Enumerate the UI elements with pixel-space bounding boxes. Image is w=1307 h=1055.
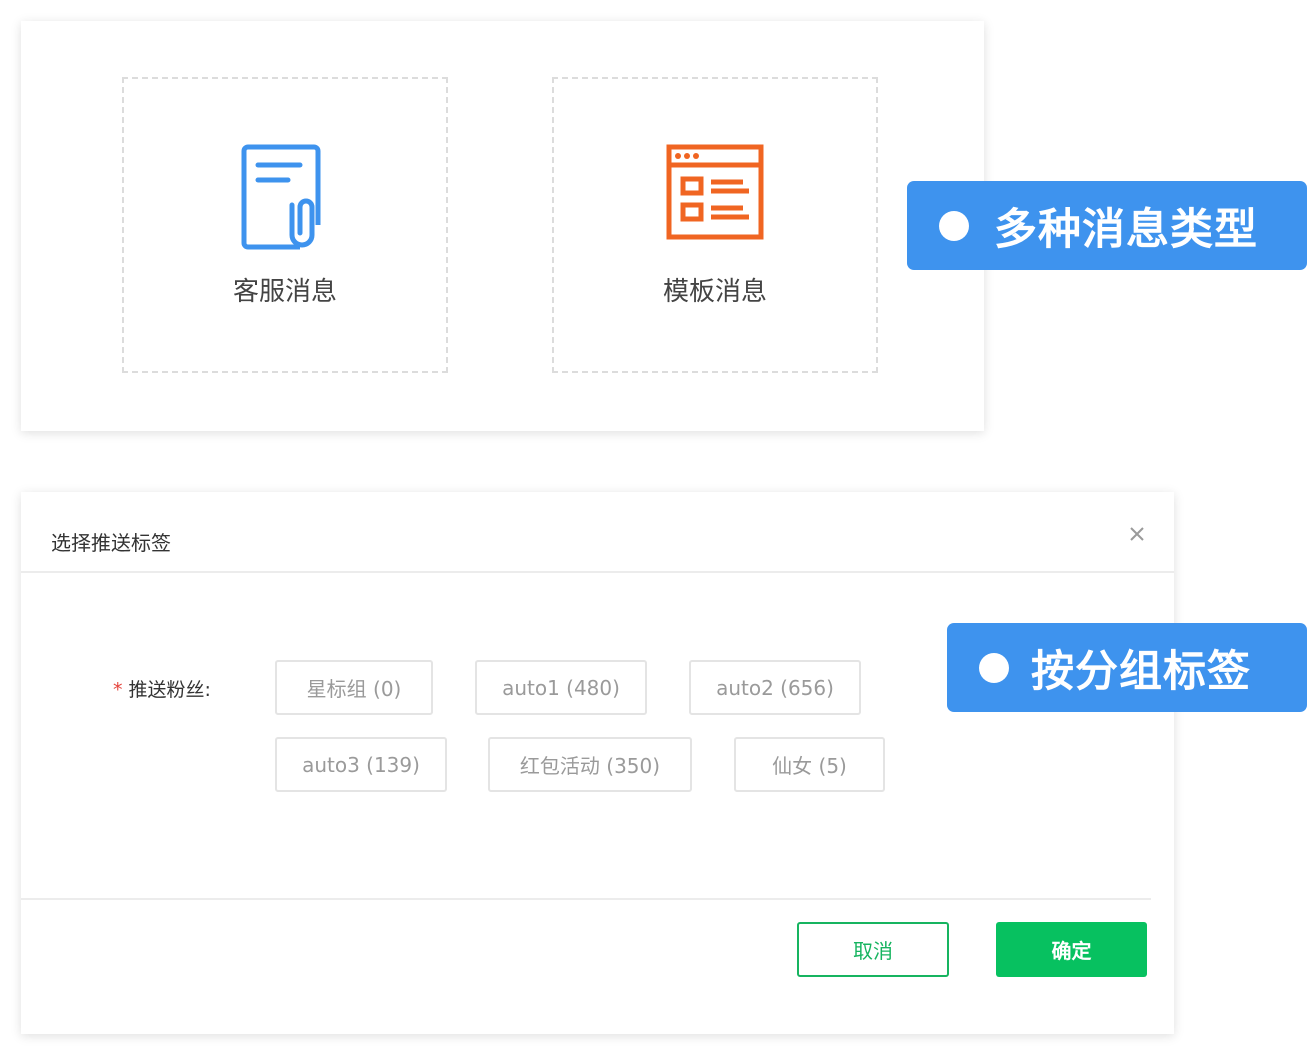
bullet-dot-icon xyxy=(939,210,969,241)
document-clip-icon xyxy=(241,144,321,250)
required-mark: * xyxy=(113,679,123,701)
callout-text: 多种消息类型 xyxy=(994,204,1258,255)
dialog-title: 选择推送标签 xyxy=(51,531,171,555)
tag-option[interactable]: 星标组 (0) xyxy=(275,660,433,715)
tag-option[interactable]: 红包活动 (350) xyxy=(488,737,692,792)
message-type-customer-service[interactable]: 客服消息 xyxy=(122,77,448,373)
tag-option[interactable]: auto3 (139) xyxy=(275,737,447,792)
push-fans-label: * 推送粉丝: xyxy=(113,675,211,702)
message-type-label: 模板消息 xyxy=(662,277,767,307)
select-push-tag-dialog: 选择推送标签 * 推送粉丝: 星标组 (0) auto1 (480) auto2 … xyxy=(21,492,1174,1034)
message-type-label: 客服消息 xyxy=(232,277,337,307)
callout-text: 按分组标签 xyxy=(1031,646,1251,697)
tag-option[interactable]: auto1 (480) xyxy=(475,660,647,715)
message-type-template[interactable]: 模板消息 xyxy=(552,77,878,373)
callout-message-types: 多种消息类型 xyxy=(907,181,1307,270)
confirm-button[interactable]: 确定 xyxy=(996,922,1147,977)
tag-option[interactable]: 仙女 (5) xyxy=(734,737,885,792)
field-label-text: 推送粉丝: xyxy=(128,679,211,701)
message-type-card: 客服消息 模板消息 xyxy=(21,21,984,431)
header-divider xyxy=(21,571,1174,573)
cancel-button[interactable]: 取消 xyxy=(797,922,949,977)
tag-option[interactable]: auto2 (656) xyxy=(689,660,861,715)
footer-divider xyxy=(21,898,1151,900)
close-icon[interactable] xyxy=(1125,522,1149,546)
callout-group-tags: 按分组标签 xyxy=(947,623,1307,712)
template-window-icon xyxy=(666,144,764,240)
bullet-dot-icon xyxy=(979,652,1009,683)
